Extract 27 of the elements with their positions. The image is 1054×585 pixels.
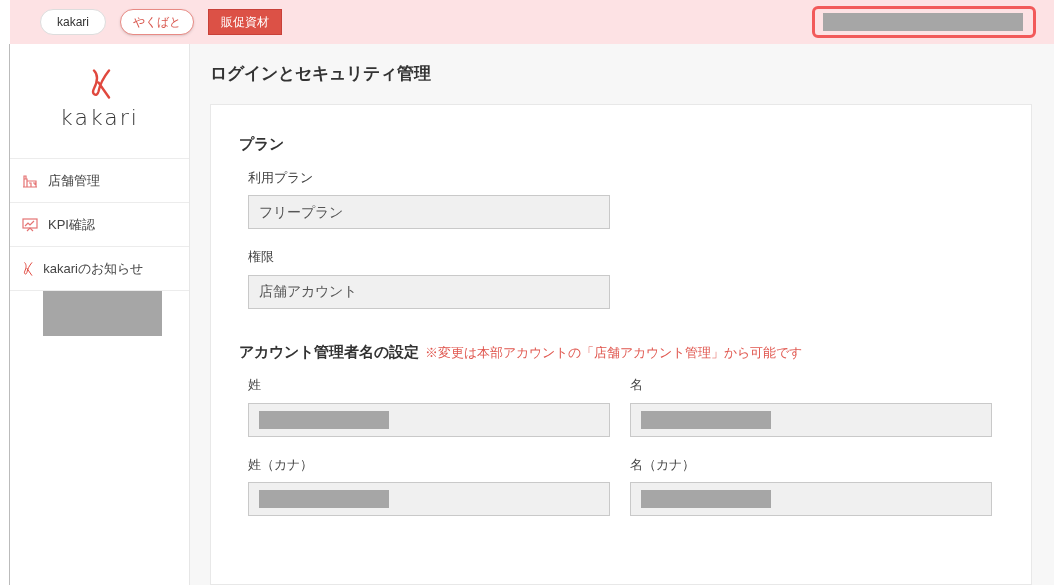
field-label: 名（カナ） [630, 455, 696, 474]
store-icon [22, 173, 38, 188]
sidebar-item[interactable]: kakariのお知らせ [10, 246, 189, 290]
account-field[interactable] [812, 6, 1036, 38]
input-field[interactable]: 店舗アカウント [248, 274, 610, 309]
input-field[interactable] [630, 402, 992, 437]
field-label: 姓（カナ） [248, 455, 314, 474]
logo-text: kakari [60, 103, 139, 132]
input-field[interactable]: フリープラン [248, 195, 610, 229]
logo-icon [22, 261, 34, 276]
field-label: 利用プラン [248, 168, 314, 187]
input-field[interactable] [248, 482, 610, 516]
presentation-chart-icon [22, 217, 38, 232]
input-field[interactable] [248, 402, 610, 437]
field-label: 権限 [248, 248, 275, 266]
input-field[interactable] [630, 482, 992, 516]
field-label: 姓 [248, 376, 262, 394]
section-title: プラン [239, 134, 284, 154]
page-title: ログインとセキュリティ管理 [210, 63, 432, 86]
field-label: 名 [630, 376, 644, 394]
nav-tab[interactable]: kakari [40, 9, 106, 35]
nav-tab[interactable]: 販促資材 [208, 9, 282, 35]
sidebar-item[interactable]: KPI確認 [10, 202, 189, 246]
section-title: アカウント管理者名の設定 [239, 341, 419, 362]
section-note: ※変更は本部アカウントの「店舗アカウント管理」から可能です [425, 343, 802, 362]
nav-tab[interactable]: やくばと [120, 9, 194, 35]
sidebar-item[interactable]: 店舗管理 [10, 158, 189, 202]
